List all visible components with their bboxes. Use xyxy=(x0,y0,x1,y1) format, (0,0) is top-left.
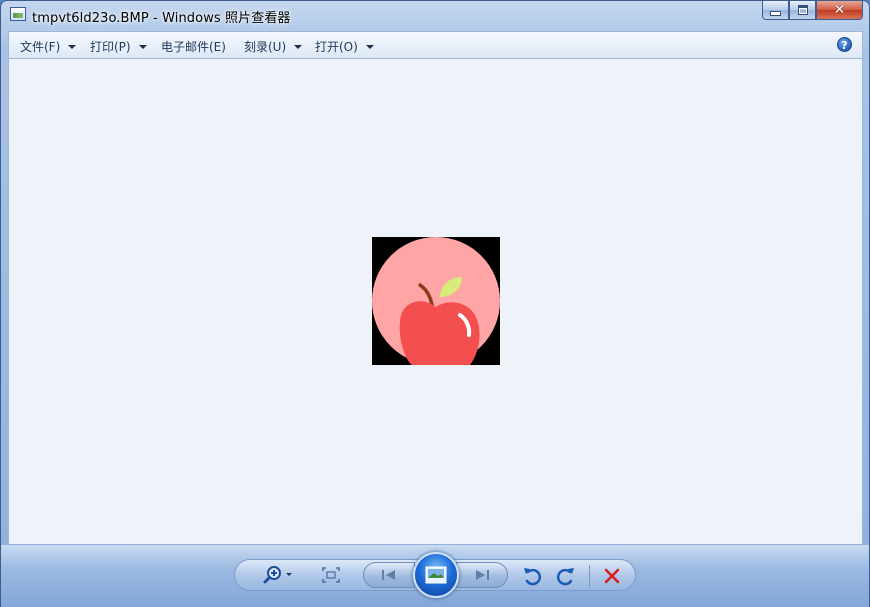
menu-burn-label: 刻录(U) xyxy=(244,40,287,54)
chevron-down-icon xyxy=(365,44,374,49)
displayed-image xyxy=(372,237,500,365)
menu-bar: 文件(F) 打印(P) 电子邮件(E) 刻录(U) 打开(O) ? xyxy=(8,31,863,59)
rotate-counterclockwise-icon xyxy=(524,568,542,586)
toolbar-divider xyxy=(589,565,590,587)
menu-burn[interactable]: 刻录(U) xyxy=(244,38,303,55)
previous-icon xyxy=(382,570,395,580)
previous-button[interactable] xyxy=(363,562,415,588)
maximize-button[interactable] xyxy=(789,1,816,20)
fit-to-window-button[interactable] xyxy=(321,566,341,584)
apple-icon xyxy=(372,237,500,365)
close-button[interactable]: ✕ xyxy=(816,1,863,20)
photo-viewer-window: tmpvt6ld23o.BMP - Windows 照片查看器 ✕ 文件(F) … xyxy=(0,0,870,607)
help-icon[interactable]: ? xyxy=(837,37,852,52)
next-icon xyxy=(476,570,489,580)
menu-email-label: 电子邮件(E) xyxy=(161,40,226,54)
chevron-down-icon xyxy=(68,44,77,49)
zoom-button[interactable] xyxy=(262,565,296,585)
rotate-clockwise-button[interactable] xyxy=(555,565,577,587)
chevron-down-icon xyxy=(294,44,303,49)
photo-viewer-icon[interactable] xyxy=(10,7,26,21)
image-viewport[interactable] xyxy=(8,59,863,544)
rotate-counterclockwise-button[interactable] xyxy=(521,565,543,587)
delete-button[interactable] xyxy=(601,565,623,587)
menu-open[interactable]: 打开(O) xyxy=(315,38,374,55)
title-bar[interactable]: tmpvt6ld23o.BMP - Windows 照片查看器 ✕ xyxy=(1,1,869,29)
rotate-clockwise-icon xyxy=(556,568,574,586)
bottom-toolbar xyxy=(1,545,869,607)
delete-icon xyxy=(604,568,620,584)
chevron-down-icon xyxy=(138,44,147,49)
menu-file[interactable]: 文件(F) xyxy=(20,38,77,55)
window-title: tmpvt6ld23o.BMP - Windows 照片查看器 xyxy=(32,11,291,26)
menu-file-label: 文件(F) xyxy=(20,40,61,54)
caption-buttons: ✕ xyxy=(762,1,863,21)
menu-print-label: 打印(P) xyxy=(90,40,131,54)
minimize-button[interactable] xyxy=(762,1,789,20)
zoom-icon xyxy=(263,566,292,584)
slideshow-button[interactable] xyxy=(413,552,459,598)
menu-open-label: 打开(O) xyxy=(315,40,358,54)
maximize-icon xyxy=(797,5,808,15)
next-button[interactable] xyxy=(456,562,508,588)
minimize-icon xyxy=(770,10,781,16)
fit-to-window-icon xyxy=(322,567,340,583)
menu-email[interactable]: 电子邮件(E) xyxy=(161,38,226,55)
menu-print[interactable]: 打印(P) xyxy=(90,38,147,55)
close-icon: ✕ xyxy=(833,2,846,18)
slideshow-icon xyxy=(425,566,447,584)
